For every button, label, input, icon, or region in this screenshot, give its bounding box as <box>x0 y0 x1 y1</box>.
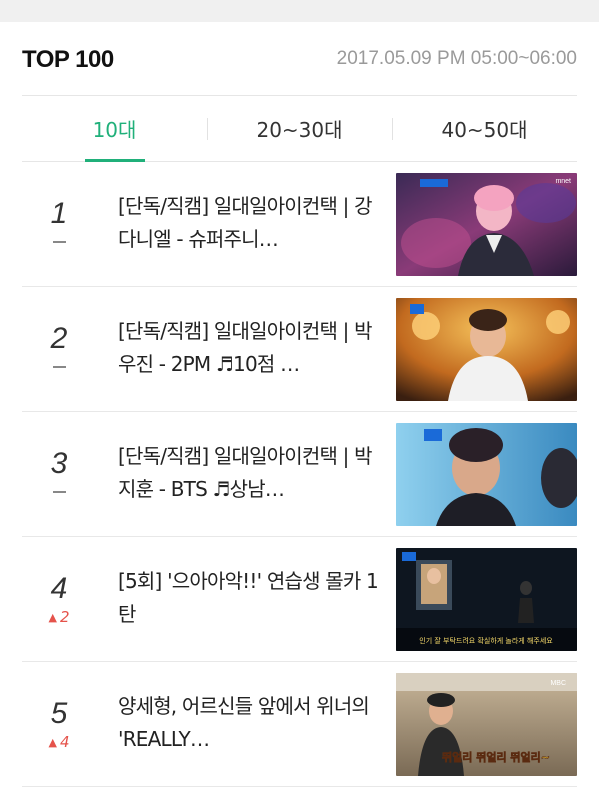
rank-up: ▲ 2 <box>48 608 70 626</box>
thumbnail-image <box>396 423 577 526</box>
video-title[interactable]: [5회] '으아아악!!' 연습생 몰카 1탄 <box>118 565 380 631</box>
rank-unchanged <box>52 359 66 375</box>
thumbnail-image: 뛰얼리 뛰얼리 뛰얼리~ MBC <box>396 673 577 776</box>
video-thumbnail[interactable]: mnet <box>396 173 577 276</box>
video-title[interactable]: [단독/직캠] 일대일아이컨택 | 강다니엘 - 슈퍼주니… <box>118 190 380 256</box>
list-item[interactable]: 3 [단독/직캠] 일대일아이컨택 | 박지훈 - BTS ♬상남… <box>22 412 577 537</box>
video-title[interactable]: 양세형, 어르신들 앞에서 위너의 'REALLY… <box>118 690 380 756</box>
rank-unchanged <box>52 484 66 500</box>
tab-divider <box>207 118 208 140</box>
rank-unchanged <box>52 234 66 250</box>
rank-number: 5 <box>50 697 68 730</box>
video-title[interactable]: [단독/직캠] 일대일아이컨택 | 박지훈 - BTS ♬상남… <box>118 440 380 506</box>
rank-number: 4 <box>50 572 68 605</box>
thumbnail-image <box>396 173 577 276</box>
chart-list: 1 [단독/직캠] 일대일아이컨택 | 강다니엘 - 슈퍼주니… mnet 2 … <box>22 162 577 787</box>
list-item[interactable]: 5 ▲ 4 양세형, 어르신들 앞에서 위너의 'REALLY… 뛰얼리 뛰얼리 … <box>22 662 577 787</box>
page-title: TOP 100 <box>22 46 114 73</box>
video-title[interactable]: [단독/직캠] 일대일아이컨택 | 박우진 - 2PM ♬10점 … <box>118 315 380 381</box>
video-thumbnail[interactable]: 뛰얼리 뛰얼리 뛰얼리~ MBC <box>396 673 577 776</box>
tab-10s[interactable]: 10대 <box>22 96 207 161</box>
thumbnail-image: 인기 잘 부탁드려요 확실하게 놀라게 해주세요 <box>396 548 577 651</box>
age-tabs: 10대 20~30대 40~50대 <box>22 96 577 162</box>
chart-header: TOP 100 2017.05.09 PM 05:00~06:00 <box>22 22 577 96</box>
tab-20-30s[interactable]: 20~30대 <box>207 96 392 161</box>
list-item[interactable]: 4 ▲ 2 [5회] '으아아악!!' 연습생 몰카 1탄 인기 잘 부탁드려요 … <box>22 537 577 662</box>
rank-box: 5 ▲ 4 <box>36 662 82 786</box>
rank-number: 3 <box>50 447 68 480</box>
rank-up-amount: 4 <box>59 733 70 751</box>
rank-box: 3 <box>36 412 82 536</box>
rank-up-amount: 2 <box>59 608 70 626</box>
rank-number: 1 <box>50 197 68 230</box>
thumbnail-caption: 뛰얼리 뛰얼리 뛰얼리~ <box>442 750 550 764</box>
rank-box: 1 <box>36 162 82 286</box>
rank-box: 4 ▲ 2 <box>36 537 82 661</box>
list-item[interactable]: 2 [단독/직캠] 일대일아이컨택 | 박우진 - 2PM ♬10점 … <box>22 287 577 412</box>
list-item[interactable]: 1 [단독/직캠] 일대일아이컨택 | 강다니엘 - 슈퍼주니… mnet <box>22 162 577 287</box>
thumbnail-caption: 인기 잘 부탁드려요 확실하게 놀라게 해주세요 <box>419 636 553 645</box>
no-change-dash-icon <box>52 366 66 368</box>
rank-up-icon: ▲ <box>48 610 57 624</box>
tab-divider <box>392 118 393 140</box>
video-thumbnail[interactable] <box>396 298 577 401</box>
channel-logo: mnet <box>555 178 571 185</box>
no-change-dash-icon <box>52 241 66 243</box>
rank-number: 2 <box>50 322 68 355</box>
rank-up: ▲ 4 <box>48 733 70 751</box>
video-thumbnail[interactable] <box>396 423 577 526</box>
thumbnail-image <box>396 298 577 401</box>
channel-logo: MBC <box>550 680 566 687</box>
top-gap <box>0 0 599 22</box>
rank-up-icon: ▲ <box>48 735 57 749</box>
chart-timestamp: 2017.05.09 PM 05:00~06:00 <box>336 48 577 69</box>
rank-box: 2 <box>36 287 82 411</box>
no-change-dash-icon <box>52 491 66 493</box>
video-thumbnail[interactable]: 인기 잘 부탁드려요 확실하게 놀라게 해주세요 <box>396 548 577 651</box>
tab-40-50s[interactable]: 40~50대 <box>392 96 577 161</box>
